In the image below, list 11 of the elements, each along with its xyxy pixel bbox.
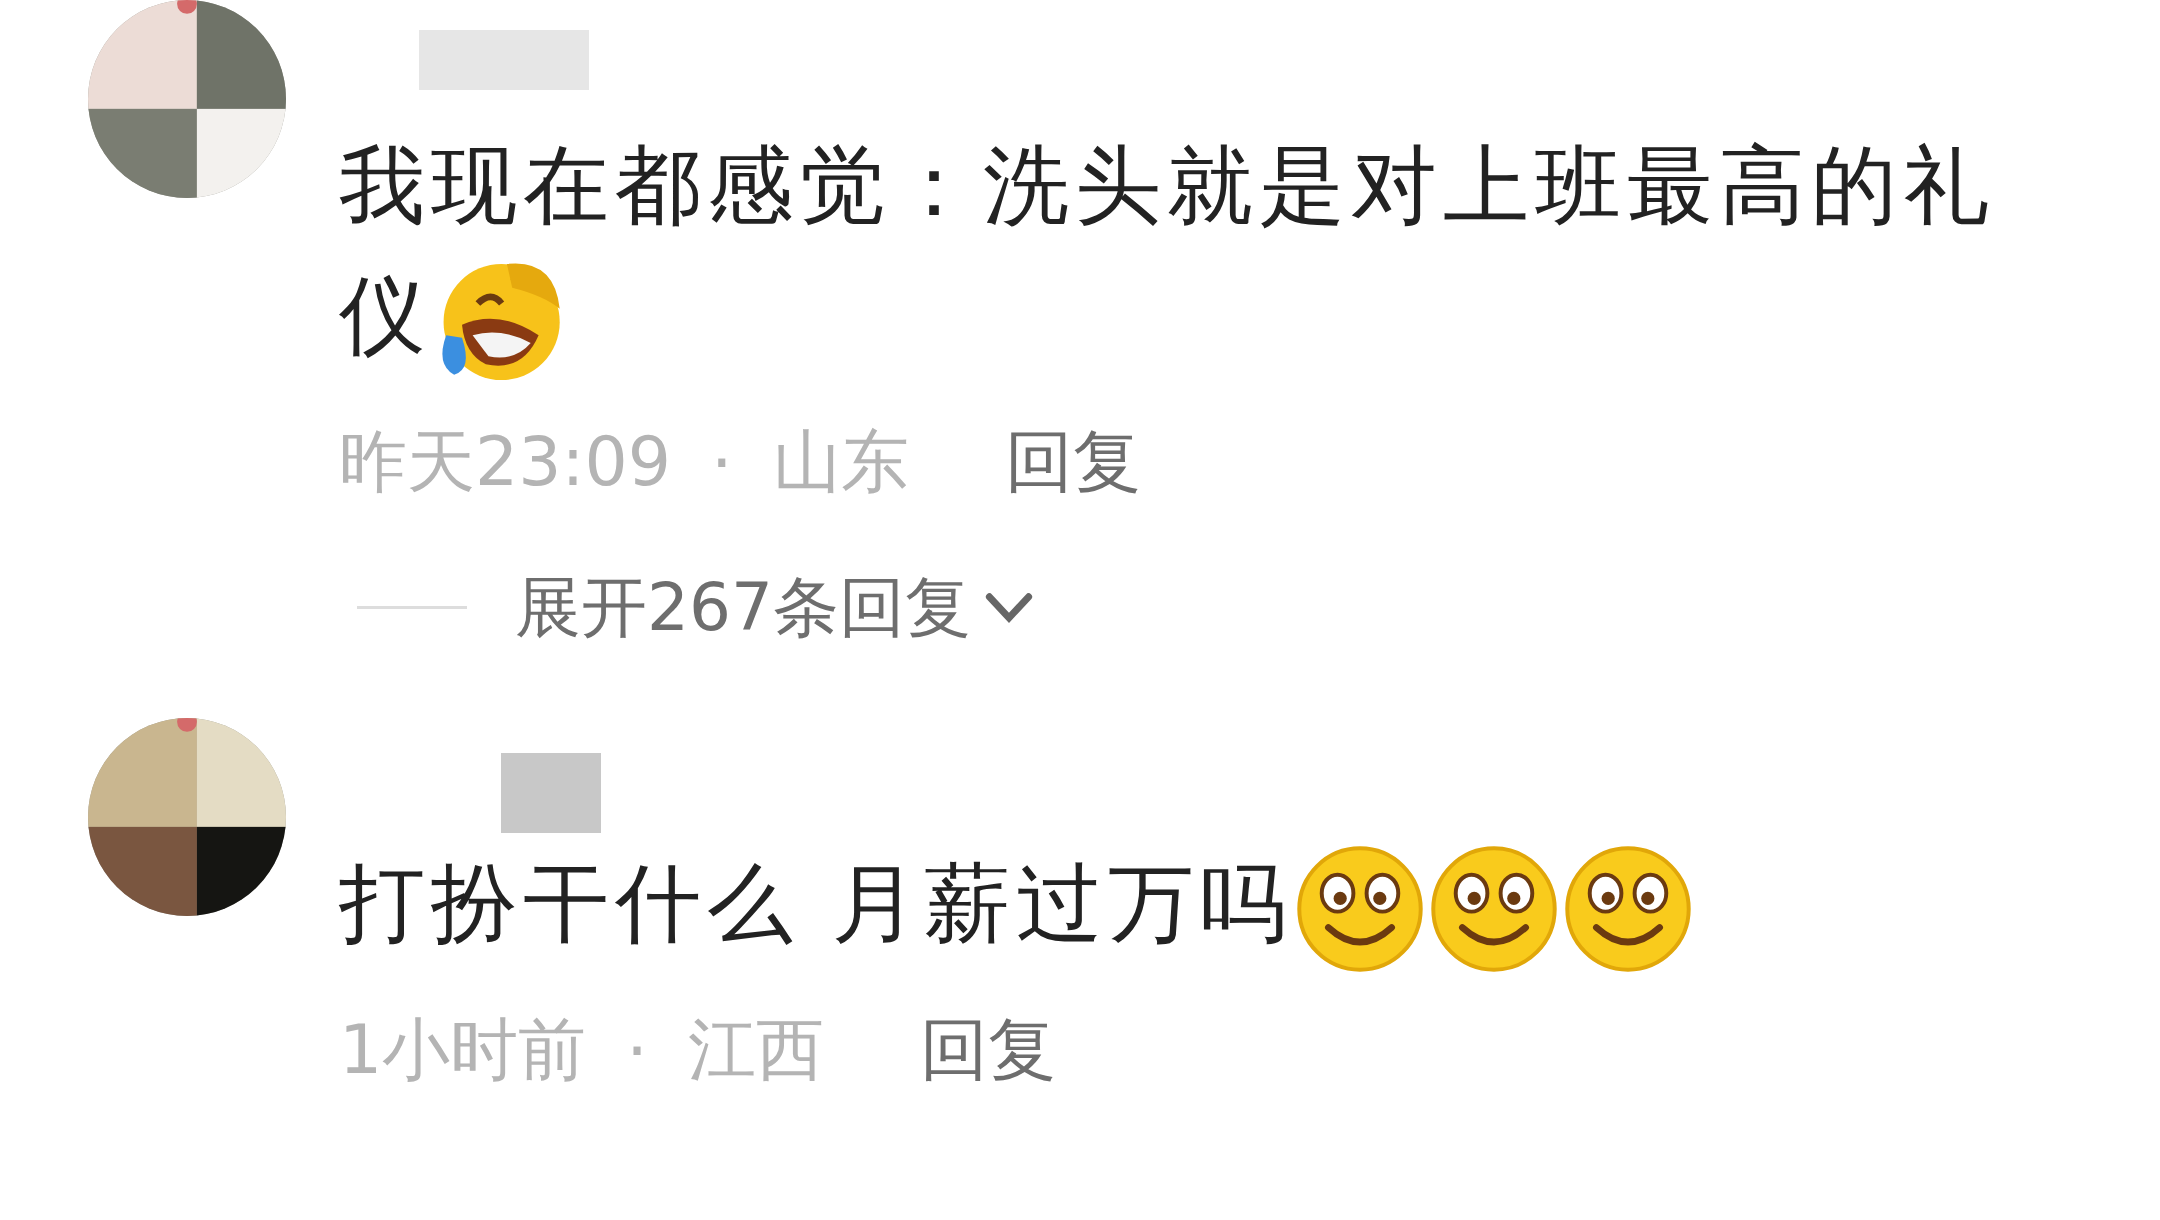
separator-dot: ·: [710, 423, 733, 503]
comment-location: 江西: [687, 1008, 824, 1091]
expand-replies-link[interactable]: 展开267条回复: [515, 562, 971, 653]
comment-time: 昨天23:09: [339, 421, 671, 504]
comment-text: 我现在都感觉：洗头就是对上班最高的礼仪: [339, 120, 2039, 388]
separator-dot: ·: [626, 1010, 648, 1090]
reply-button[interactable]: 回复: [1004, 417, 1141, 509]
comment-time: 1小时前: [339, 1008, 587, 1091]
comment-location: 山东: [772, 421, 909, 504]
comment-text: 打扮干什么 月薪过万吗: [339, 837, 2039, 976]
reply-button[interactable]: 回复: [919, 1004, 1056, 1096]
